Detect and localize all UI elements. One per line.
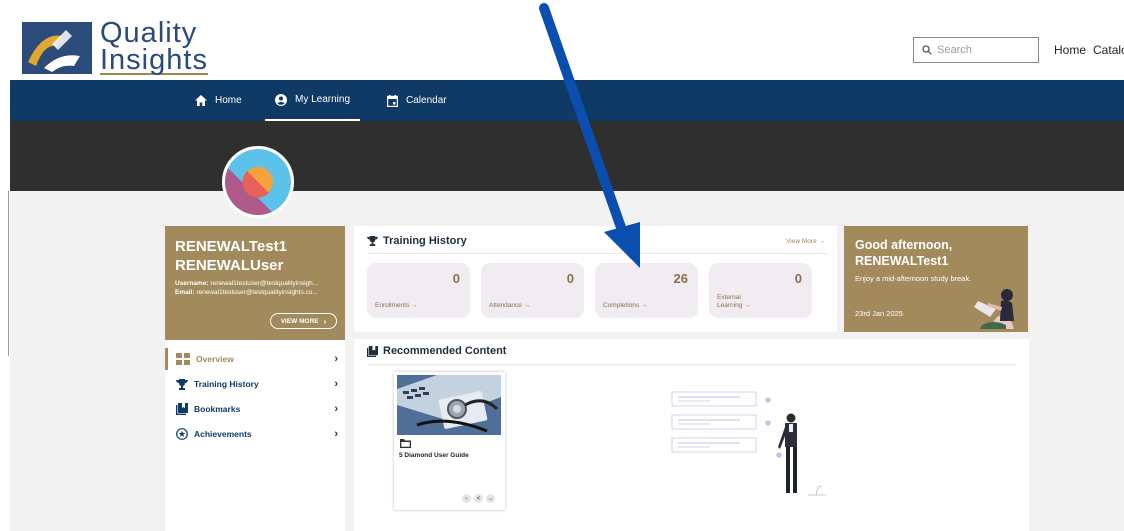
nav-calendar-label: Calendar: [406, 95, 447, 106]
empty-state-illustration: [671, 391, 826, 496]
sidebar-item-training-history[interactable]: Training History ›: [165, 373, 345, 395]
stat-external-learning-label: External Learning →: [717, 294, 751, 310]
greeting-message: Enjoy a mid-afternoon study break.: [855, 274, 972, 283]
card-thumbnail: [397, 375, 501, 435]
logo-text-quality: Quality: [100, 17, 198, 49]
sidebar-item-achievements-label: Achievements: [194, 429, 252, 439]
stat-completions-label: Completions →: [603, 301, 648, 309]
share-icon[interactable]: <: [474, 494, 483, 503]
stat-attendance[interactable]: 0 Attendance →: [481, 263, 584, 318]
profile-card: RENEWALTest1 RENEWALUser Username: renew…: [165, 226, 345, 340]
stat-external-learning[interactable]: 0 External Learning →: [709, 263, 812, 318]
logo-text-insights: Insights: [100, 43, 208, 76]
reading-person-illustration: [974, 289, 1014, 329]
username-value: renewal1testuser@testqualityinsigh...: [210, 280, 319, 287]
divider: [367, 253, 827, 254]
divider: [367, 364, 1017, 365]
greeting-name: RENEWALTest1: [855, 254, 949, 268]
recommended-panel: Recommended Content 5 Diamond User Guide…: [354, 339, 1029, 531]
email-value: renewal1testuser@testqualityinsights.co.…: [196, 288, 318, 296]
stat-external-label-line2: Learning →: [717, 301, 751, 309]
bookmark-icon[interactable]: ▫: [462, 494, 471, 503]
profile-banner: [10, 121, 1124, 191]
stat-enrollments-value: 0: [452, 271, 460, 286]
trophy-icon: [176, 378, 188, 390]
chevron-right-icon: ›: [334, 378, 338, 390]
stat-completions-value: 26: [673, 271, 688, 286]
sidebar-item-achievements[interactable]: Achievements ›: [165, 423, 345, 445]
view-more-label: VIEW MORE: [280, 317, 319, 325]
stat-attendance-value: 0: [566, 271, 574, 286]
avatar[interactable]: [222, 146, 294, 218]
header: Quality Insights Home Catalog: [0, 0, 1124, 80]
stat-attendance-label: Attendance →: [489, 301, 531, 309]
top-link-catalog[interactable]: Catalog: [1093, 43, 1124, 57]
search-box[interactable]: [913, 37, 1039, 63]
library-icon: [367, 345, 378, 357]
greeting-line1: Good afternoon,: [855, 238, 953, 252]
logo-mark-icon: [22, 21, 92, 74]
recommended-title-text: Recommended Content: [383, 345, 507, 357]
calendar-icon: [387, 94, 398, 107]
training-history-panel: Training History View More → 0 Enrollmen…: [354, 226, 837, 332]
profile-first-name: RENEWALTest1: [175, 238, 287, 255]
profile-last-name: RENEWALUser: [175, 257, 284, 274]
nav-calendar[interactable]: Calendar: [387, 80, 447, 121]
training-view-more-link[interactable]: View More →: [786, 238, 825, 245]
chevron-right-icon: ›: [334, 403, 338, 415]
greeting-date: 23rd Jan 2025: [855, 309, 903, 318]
card-title: 5 Diamond User Guide: [399, 452, 469, 459]
overview-icon: [176, 353, 190, 365]
stat-external-label-line1: External: [717, 293, 741, 301]
nav-my-learning-label: My Learning: [295, 94, 351, 105]
sidebar-menu: Overview › Training History › Bookmarks …: [165, 340, 345, 531]
logo[interactable]: Quality Insights: [22, 17, 208, 76]
card-actions: ▫ < →: [462, 494, 498, 503]
top-links: Home Catalog: [1054, 43, 1124, 57]
nav-home-label: Home: [215, 95, 242, 106]
email-label: Email:: [175, 288, 195, 296]
training-history-title: Training History: [367, 235, 467, 247]
account-circle-icon: [275, 93, 287, 106]
chevron-right-icon: ›: [334, 428, 338, 440]
search-input[interactable]: [937, 44, 1027, 56]
nav-home[interactable]: Home: [195, 80, 242, 121]
nav-my-learning[interactable]: My Learning: [265, 80, 361, 121]
main-nav: Home My Learning Calendar: [10, 80, 1124, 121]
stat-enrollments-label: Enrollments →: [375, 301, 418, 309]
folder-icon: [400, 439, 411, 448]
sidebar-item-bookmarks[interactable]: Bookmarks ›: [165, 398, 345, 420]
bookmark-icon: [176, 403, 188, 415]
sidebar-item-overview[interactable]: Overview ›: [165, 348, 345, 370]
view-more-button[interactable]: VIEW MORE ›: [270, 313, 337, 329]
chevron-right-icon: ›: [323, 316, 327, 326]
sidebar-item-bookmarks-label: Bookmarks: [194, 404, 241, 414]
sidebar-item-overview-label: Overview: [196, 354, 234, 364]
sidebar-item-training-history-label: Training History: [194, 379, 259, 389]
left-divider: [8, 191, 9, 356]
stat-completions[interactable]: 26 Completions →: [595, 263, 698, 318]
search-icon: [922, 45, 932, 55]
stat-external-learning-value: 0: [794, 271, 802, 286]
greeting-card: Good afternoon, RENEWALTest1 Enjoy a mid…: [844, 226, 1028, 332]
recommended-title: Recommended Content: [367, 345, 506, 357]
home-icon: [195, 95, 207, 106]
stat-enrollments[interactable]: 0 Enrollments →: [367, 263, 470, 318]
page: Quality Insights Home Catalog Home My Lea…: [0, 0, 1124, 531]
trophy-icon: [367, 236, 378, 246]
username-label: Username:: [175, 280, 209, 287]
content-card[interactable]: 5 Diamond User Guide ▫ < →: [394, 372, 505, 510]
chevron-right-icon: ›: [334, 353, 338, 365]
profile-meta: Username: renewal1testuser@testqualityin…: [175, 280, 335, 298]
training-history-title-text: Training History: [383, 235, 467, 247]
star-icon: [176, 428, 188, 440]
top-link-home[interactable]: Home: [1054, 43, 1086, 57]
arrow-right-icon[interactable]: →: [486, 494, 495, 503]
